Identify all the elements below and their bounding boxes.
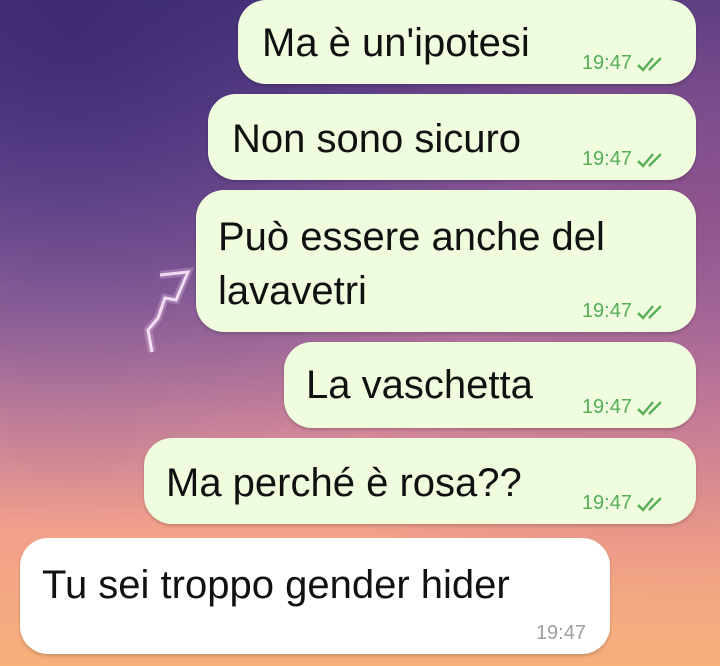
message-bubble-5[interactable]: Ma perché è rosa?? 19:47 — [144, 438, 696, 524]
message-time: 19:47 — [581, 52, 632, 74]
message-meta: 19:47 — [582, 148, 670, 171]
message-bubble-2[interactable]: Non sono sicuro 19:47 — [208, 94, 696, 180]
message-text: Ma perché è rosa?? — [166, 461, 522, 505]
message-time: 19:47 — [581, 396, 632, 418]
message-bubble-1[interactable]: Ma è un'ipotesi 19:47 — [238, 0, 696, 84]
message-text: Non sono sicuro — [232, 117, 522, 161]
double-check-icon — [637, 152, 662, 168]
message-meta: 19:47 — [582, 300, 670, 323]
message-meta: 19:47 — [536, 622, 586, 645]
double-check-icon — [637, 304, 662, 320]
double-check-icon — [637, 496, 662, 512]
message-meta: 19:47 — [582, 492, 670, 515]
message-meta: 19:47 — [582, 396, 670, 419]
double-check-icon — [637, 400, 662, 416]
message-bubble-3[interactable]: Può essere anche del lavavetri 19:47 — [196, 190, 696, 332]
message-time: 19:47 — [581, 300, 632, 322]
message-text: Tu sei troppo gender hider — [42, 563, 510, 607]
message-time: 19:47 — [581, 492, 632, 514]
message-bubble-6[interactable]: Tu sei troppo gender hider 19:47 — [20, 538, 610, 654]
double-check-icon — [637, 56, 662, 72]
message-text: Può essere anche del lavavetri — [218, 215, 605, 313]
message-text: La vaschetta — [306, 363, 533, 407]
message-bubble-4[interactable]: La vaschetta 19:47 — [284, 342, 696, 428]
message-time: 19:47 — [581, 148, 632, 170]
message-meta: 19:47 — [582, 52, 670, 75]
message-time: 19:47 — [535, 622, 586, 644]
message-text: Ma è un'ipotesi — [262, 21, 530, 65]
